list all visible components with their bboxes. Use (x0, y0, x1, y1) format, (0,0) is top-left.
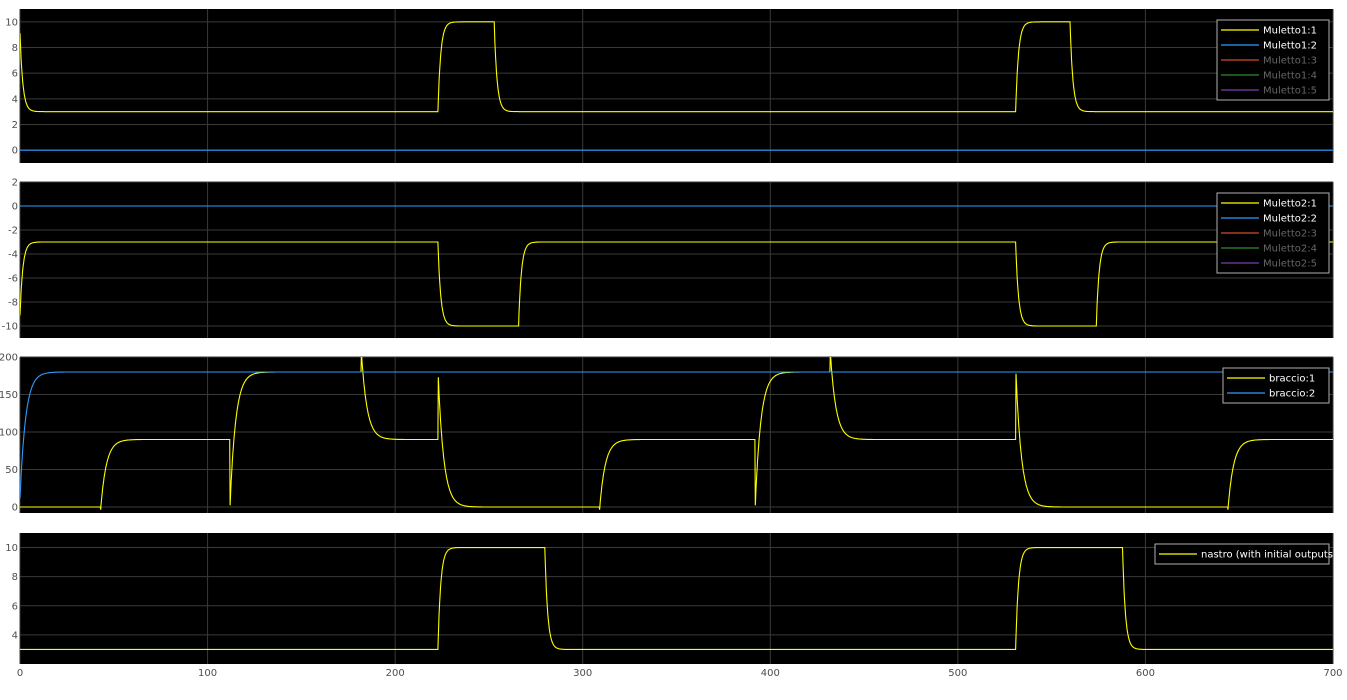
y-tick-label: 10 (5, 17, 18, 28)
y-tick-label: 0 (12, 503, 18, 514)
y-tick-label: 8 (12, 43, 18, 54)
muletto2-legend[interactable]: Muletto2:1 Muletto2:2 Muletto2:3 Muletto2:4… (1216, 192, 1330, 274)
legend-label[interactable]: Muletto1:5 (1263, 86, 1317, 97)
scope-figure: 0246810Muletto1:1Muletto1:2Muletto1:3Mul… (0, 9, 1343, 679)
x-tick-label: 100 (198, 668, 217, 679)
legend-label[interactable]: Muletto2:4 (1263, 244, 1317, 255)
y-tick-label: 200 (0, 353, 18, 364)
muletto2-panel: -10-8-6-4-202Muletto2:1Muletto2:2Muletto… (2, 178, 1334, 338)
y-tick-label: -6 (8, 274, 18, 285)
x-tick-label: 500 (948, 668, 967, 679)
nastro-legend[interactable]: nastro (with initial outputs) (1154, 543, 1337, 565)
legend-label[interactable]: Muletto1:4 (1263, 71, 1317, 82)
muletto2-plot-area[interactable] (20, 182, 1333, 338)
x-tick-label: 300 (573, 668, 592, 679)
y-tick-label: -2 (8, 226, 18, 237)
x-tick-label: 700 (1323, 668, 1342, 679)
muletto1-plot-area[interactable] (20, 9, 1333, 163)
y-tick-label: 4 (12, 630, 18, 641)
legend-label[interactable]: nastro (with initial outputs) (1201, 550, 1337, 561)
legend-label[interactable]: Muletto1:2 (1263, 41, 1317, 52)
legend-label[interactable]: Muletto2:2 (1263, 214, 1317, 225)
muletto1-panel: 0246810Muletto1:1Muletto1:2Muletto1:3Mul… (5, 9, 1334, 163)
x-tick-label: 600 (1136, 668, 1155, 679)
y-tick-label: 6 (12, 601, 18, 612)
legend-label[interactable]: Muletto1:1 (1263, 26, 1317, 37)
legend-label[interactable]: Muletto2:5 (1263, 259, 1317, 270)
nastro-plot-area[interactable] (20, 533, 1333, 664)
nastro-panel: 4 6 8 10 nastro (with initial outputs) (5, 533, 1337, 664)
legend-label[interactable]: Muletto1:3 (1263, 56, 1317, 67)
y-tick-label: 6 (12, 69, 18, 80)
y-tick-label: -10 (2, 322, 18, 333)
braccio-legend[interactable]: braccio:1 braccio:2 (1222, 367, 1330, 404)
braccio-panel: 0 50 100 150 200 braccio:1 braccio:2 (0, 353, 1334, 514)
braccio-plot-area[interactable] (20, 357, 1333, 513)
muletto1-legend[interactable]: Muletto1:1 Muletto1:2 Muletto1:3 Muletto1:4… (1216, 19, 1330, 101)
legend-label[interactable]: Muletto2:1 (1263, 199, 1317, 210)
legend-label[interactable]: braccio:2 (1269, 389, 1315, 400)
y-tick-label: 0 (12, 146, 18, 157)
x-tick-label: 200 (386, 668, 405, 679)
legend-label[interactable]: braccio:1 (1269, 374, 1315, 385)
y-tick-label: -8 (8, 298, 18, 309)
y-tick-label: 100 (0, 428, 18, 439)
x-tick-label: 0 (17, 668, 23, 679)
x-tick-label: 400 (761, 668, 780, 679)
y-tick-label: 50 (5, 465, 18, 476)
y-tick-label: 8 (12, 572, 18, 583)
y-tick-label: 2 (12, 120, 18, 131)
y-tick-label: 4 (12, 94, 18, 105)
y-tick-label: 0 (12, 202, 18, 213)
y-tick-label: 10 (5, 543, 18, 554)
legend-label[interactable]: Muletto2:3 (1263, 229, 1317, 240)
y-tick-label: 2 (12, 178, 18, 189)
y-tick-label: 150 (0, 390, 18, 401)
y-tick-label: -4 (8, 250, 18, 261)
